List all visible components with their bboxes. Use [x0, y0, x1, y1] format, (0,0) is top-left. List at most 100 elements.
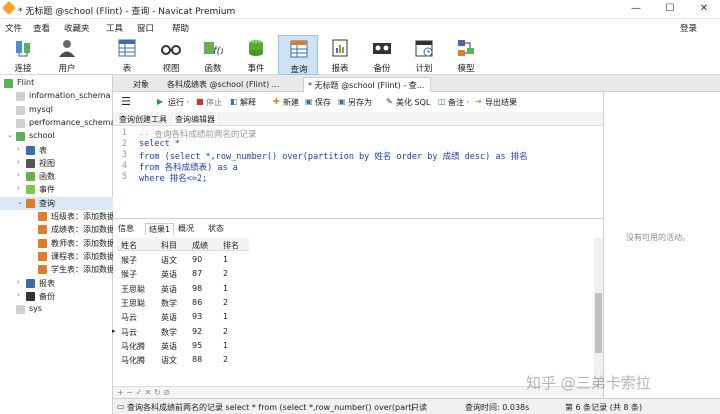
column-header[interactable]: 姓名	[117, 238, 157, 251]
report-button[interactable]: 报表	[320, 35, 360, 75]
menu-file[interactable]: 文件	[5, 22, 22, 34]
grid-footer-buttons[interactable]: + − ✓ ✕ ↻ ⊘	[117, 388, 170, 397]
expand-arrow-icon[interactable]: ›	[17, 158, 20, 166]
column-header[interactable]: 成绩	[188, 238, 219, 251]
table-cell[interactable]: 2	[219, 266, 249, 280]
function-button[interactable]: f(x) 函数	[193, 35, 233, 75]
new-button[interactable]: 新建	[283, 97, 299, 108]
table-cell[interactable]: 1	[219, 338, 249, 352]
export-result-button[interactable]: 导出结果	[485, 97, 517, 108]
close-button[interactable]: ✕	[696, 3, 712, 14]
sidebar-item-db-sys[interactable]: sys	[0, 303, 113, 316]
schedule-button[interactable]: 计划	[404, 35, 444, 75]
table-cell[interactable]: 数学	[157, 324, 188, 338]
tab-query-editor[interactable]: 查询编辑器	[173, 114, 217, 125]
sidebar-item-db-school[interactable]: ⌄ school	[0, 130, 113, 143]
table-cell[interactable]: 英语	[157, 266, 188, 280]
tab-status[interactable]: 状态	[208, 223, 224, 235]
sql-editor[interactable]: 1 -- 查询各科成绩前两名的记录 2 select * 3 from (select…	[113, 126, 603, 218]
sidebar-item-node-views[interactable]: › 视图	[0, 157, 113, 170]
tab-scores-table[interactable]: 各科成绩表 @school (Flint) ...	[163, 77, 303, 92]
table-cell[interactable]: 语文	[157, 252, 188, 266]
sidebar-item-connection-flint[interactable]: Flint	[0, 77, 113, 90]
expand-arrow-icon[interactable]: ›	[17, 278, 20, 286]
menu-window[interactable]: 窗口	[137, 22, 154, 34]
sidebar-item-query-item[interactable]: 课程表：添加数据	[0, 250, 113, 263]
menu-tools[interactable]: 工具	[106, 22, 123, 34]
table-cell[interactable]: 1	[219, 309, 249, 323]
table-cell[interactable]: 语文	[157, 352, 188, 366]
result-scrollbar[interactable]	[594, 238, 603, 386]
menu-view[interactable]: 查看	[33, 22, 50, 34]
table-row[interactable]: 猴子 语文 90 1	[117, 252, 249, 266]
sidebar-item-query-item[interactable]: 成绩表：添加数据	[0, 223, 113, 236]
column-header[interactable]: 排名	[219, 238, 249, 251]
hamburger-menu-icon[interactable]: ☰	[121, 95, 131, 108]
table-cell[interactable]: 马化腾	[117, 338, 157, 352]
minimize-button[interactable]: —	[628, 3, 644, 14]
sidebar-item-query-item[interactable]: 学生表：添加数据	[0, 263, 113, 276]
table-cell[interactable]: 1	[219, 281, 249, 295]
table-row[interactable]: 王思聪 数学 86 2	[117, 295, 249, 309]
table-row[interactable]: 马云 英语 93 1	[117, 309, 249, 323]
table-cell[interactable]: 88	[188, 352, 219, 366]
table-cell[interactable]: 87	[188, 266, 219, 280]
sidebar-item-node-reports[interactable]: › 报表	[0, 277, 113, 290]
menu-help[interactable]: 帮助	[172, 22, 189, 34]
expand-arrow-icon[interactable]: ›	[17, 171, 20, 179]
sidebar-item-node-functions[interactable]: › 函数	[0, 170, 113, 183]
model-button[interactable]: 模型	[446, 35, 486, 75]
table-cell[interactable]: 英语	[157, 309, 188, 323]
beautify-sql-button[interactable]: 美化 SQL	[396, 97, 430, 108]
sidebar-item-node-queries[interactable]: ⌄ 查询	[0, 196, 113, 210]
sidebar-item-db-mysql[interactable]: mysql	[0, 104, 113, 117]
table-cell[interactable]: 2	[219, 295, 249, 309]
table-cell[interactable]: 95	[188, 338, 219, 352]
save-button[interactable]: 保存	[315, 97, 331, 108]
table-cell[interactable]: 93	[188, 309, 219, 323]
sidebar-item-node-events[interactable]: › 事件	[0, 183, 113, 196]
connect-button[interactable]: 连接	[3, 35, 43, 75]
run-button[interactable]: 运行 ·	[168, 97, 189, 108]
table-row[interactable]: 猴子 英语 87 2	[117, 266, 249, 280]
sidebar-item-db-information-schema[interactable]: information_schema	[0, 90, 113, 103]
expand-arrow-icon[interactable]: ›	[17, 291, 20, 299]
table-cell[interactable]: 猴子	[117, 266, 157, 280]
user-button[interactable]: 用户	[47, 35, 87, 75]
table-row[interactable]: 马化腾 语文 88 2	[117, 352, 249, 366]
login-link[interactable]: 登录	[680, 22, 697, 34]
tab-info[interactable]: 信息	[118, 223, 134, 235]
stop-button[interactable]: 停止	[206, 97, 222, 108]
expand-arrow-icon[interactable]: ›	[17, 145, 20, 153]
tab-untitled-query[interactable]: * 无标题 @school (Flint) - 查...	[303, 77, 431, 92]
table-cell[interactable]: 2	[219, 324, 249, 338]
table-cell[interactable]: 英语	[157, 281, 188, 295]
maximize-button[interactable]: ☐	[662, 3, 678, 14]
table-cell[interactable]: 马化腾	[117, 352, 157, 366]
tab-profile[interactable]: 概况	[178, 223, 194, 235]
query-button[interactable]: 查询	[278, 35, 318, 75]
sidebar-item-node-backups[interactable]: › 备份	[0, 290, 113, 303]
view-button[interactable]: 视图	[151, 35, 191, 75]
column-header[interactable]: 科目	[157, 238, 188, 251]
tab-query-builder[interactable]: 查询创建工具	[119, 114, 167, 125]
table-cell[interactable]: 王思聪	[117, 295, 157, 309]
table-cell[interactable]: 数学	[157, 295, 188, 309]
note-button[interactable]: 备注 ·	[448, 97, 469, 108]
sidebar-item-db-performance-schema[interactable]: performance_schema	[0, 117, 113, 130]
backup-button[interactable]: 备份	[362, 35, 402, 75]
table-button[interactable]: 表	[107, 35, 147, 75]
sidebar-item-node-tables[interactable]: › 表	[0, 144, 113, 157]
table-row[interactable]: 王思聪 英语 98 1	[117, 281, 249, 295]
explain-button[interactable]: 解释	[240, 97, 256, 108]
save-as-button[interactable]: 另存为	[348, 97, 372, 108]
menu-favorites[interactable]: 收藏夹	[64, 22, 90, 34]
expand-arrow-icon[interactable]: ⌄	[7, 131, 13, 139]
tab-objects[interactable]: 对象	[129, 77, 165, 92]
table-cell[interactable]: 92	[188, 324, 219, 338]
table-cell[interactable]: 2	[219, 352, 249, 366]
table-cell[interactable]: 98	[188, 281, 219, 295]
tab-result1[interactable]: 结果1	[145, 223, 175, 235]
expand-arrow-icon[interactable]: ›	[17, 184, 20, 192]
event-button[interactable]: 事件	[236, 35, 276, 75]
